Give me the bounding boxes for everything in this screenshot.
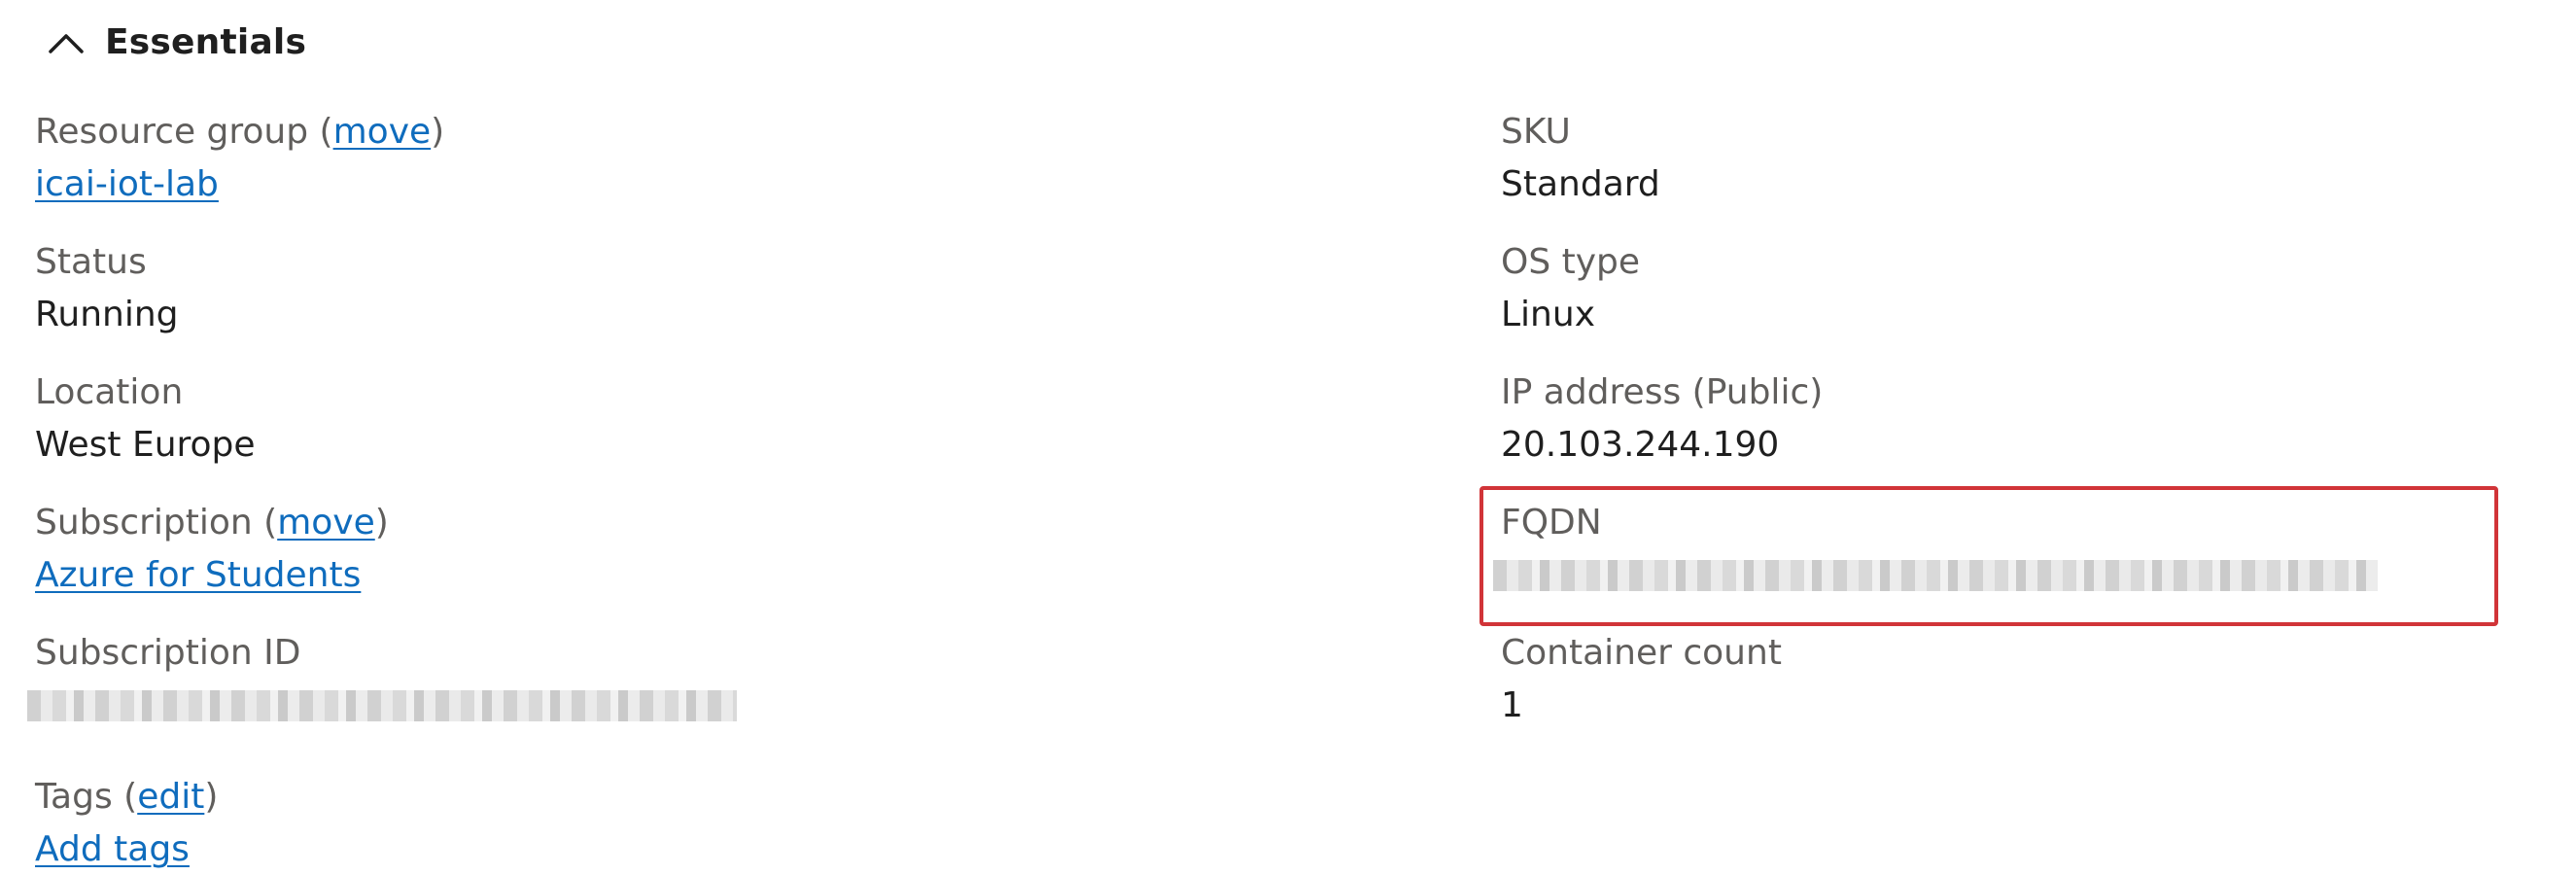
- tags-edit-link[interactable]: edit: [137, 777, 204, 817]
- os-type-field: OS type Linux: [1501, 239, 1640, 338]
- os-type-label: OS type: [1501, 242, 1641, 282]
- fqdn-redacted: [1493, 560, 2378, 591]
- sku-label: SKU: [1501, 112, 1571, 152]
- subscription-id-label: Subscription ID: [35, 633, 301, 673]
- status-field: Status Running: [35, 239, 179, 338]
- add-tags-link[interactable]: Add tags: [35, 829, 190, 869]
- location-field: Location West Europe: [35, 369, 256, 469]
- chevron-up-icon[interactable]: [47, 28, 86, 55]
- container-count-value: 1: [1501, 685, 1523, 725]
- subscription-id-redacted: [27, 690, 737, 721]
- fqdn-field: FQDN: [1493, 500, 2378, 591]
- subscription-value-link[interactable]: Azure for Students: [35, 555, 361, 595]
- resource-group-field: Resource group (move) icai-iot-lab: [35, 112, 445, 204]
- container-count-field: Container count 1: [1501, 630, 1782, 729]
- ip-address-value: 20.103.244.190: [1501, 425, 1780, 465]
- resource-group-move-link[interactable]: move: [333, 112, 432, 152]
- ip-address-label: IP address (Public): [1501, 372, 1824, 412]
- subscription-move-link[interactable]: move: [277, 503, 375, 542]
- fqdn-label: FQDN: [1501, 503, 1602, 542]
- tags-field: Tags (edit) Add tags: [35, 777, 219, 869]
- container-count-label: Container count: [1501, 633, 1782, 673]
- sku-field: SKU Standard: [1501, 109, 1660, 208]
- resource-group-value-link[interactable]: icai-iot-lab: [35, 164, 219, 204]
- subscription-id-field: Subscription ID: [27, 630, 737, 721]
- os-type-value: Linux: [1501, 295, 1595, 334]
- status-value: Running: [35, 295, 179, 334]
- tags-label: Tags: [35, 777, 113, 817]
- location-label: Location: [35, 372, 184, 412]
- resource-group-label: Resource group: [35, 112, 309, 152]
- location-value: West Europe: [35, 425, 256, 465]
- subscription-label: Subscription: [35, 503, 253, 542]
- subscription-field: Subscription (move) Azure for Students: [35, 503, 389, 595]
- ip-address-field: IP address (Public) 20.103.244.190: [1501, 369, 1823, 469]
- essentials-header[interactable]: Essentials: [47, 18, 306, 66]
- sku-value: Standard: [1501, 164, 1660, 204]
- essentials-title: Essentials: [105, 21, 307, 62]
- status-label: Status: [35, 242, 147, 282]
